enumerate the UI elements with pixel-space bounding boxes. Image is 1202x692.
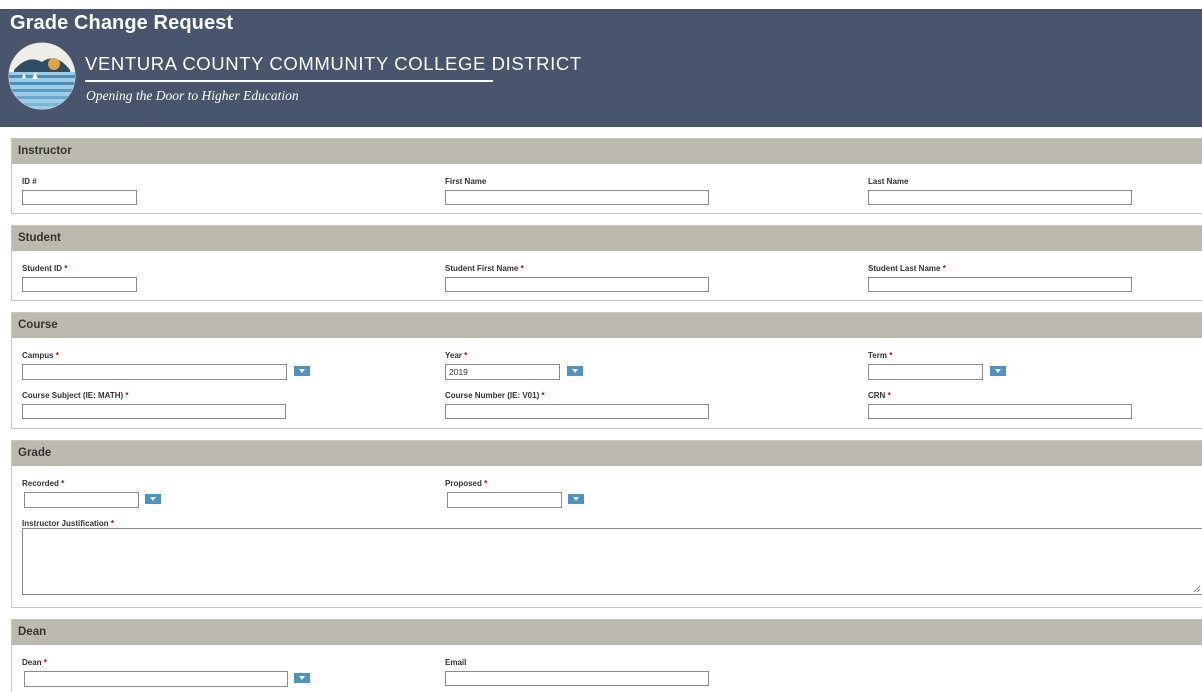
course-number-label: Course Number (IE: V01) (445, 391, 540, 400)
student-id-field: Student ID * (22, 264, 137, 292)
dean-email-input[interactable] (445, 671, 709, 686)
required-marker: * (484, 479, 488, 488)
instructor-first-name-input[interactable] (445, 190, 709, 205)
course-section: Course Campus * Year * 2019 Term * Cours… (11, 312, 1202, 429)
instructor-justification-textarea[interactable] (22, 528, 1202, 595)
recorded-grade-field: Recorded * (22, 479, 182, 508)
instructor-id-label: ID # (22, 177, 37, 186)
year-field: Year * 2019 (445, 351, 595, 380)
chevron-down-icon[interactable] (294, 673, 310, 683)
page-title: Grade Change Request (10, 12, 234, 34)
course-subject-input[interactable] (22, 404, 286, 419)
campus-field: Campus * (22, 351, 322, 380)
required-marker: * (110, 519, 115, 528)
instructor-heading: Instructor (12, 139, 1202, 164)
student-section: Student Student ID * Student First Name … (11, 225, 1202, 301)
district-tagline: Opening the Door to Higher Education (86, 88, 299, 103)
student-id-label: Student ID (22, 264, 62, 273)
dean-field: Dean * (22, 658, 332, 687)
instructor-first-name-label: First Name (445, 177, 487, 186)
required-marker: * (64, 264, 68, 273)
district-seal-logo (8, 42, 76, 110)
student-last-name-input[interactable] (868, 277, 1132, 292)
crn-field: CRN * (868, 391, 1132, 419)
page-header: Grade Change Request VENTURA COUNTY COMM… (0, 9, 1202, 127)
campus-select-value[interactable] (22, 364, 287, 380)
recorded-grade-value[interactable] (24, 492, 139, 508)
district-divider (85, 80, 493, 82)
chevron-down-icon[interactable] (990, 366, 1006, 376)
instructor-last-name-input[interactable] (868, 190, 1132, 205)
course-subject-label: Course Subject (IE: MATH) (22, 391, 124, 400)
required-marker: * (43, 658, 47, 667)
district-name: VENTURA COUNTY COMMUNITY COLLEGE DISTRIC… (85, 53, 582, 74)
required-marker: * (125, 391, 129, 400)
student-first-name-label: Student First Name (445, 264, 519, 273)
proposed-grade-value[interactable] (447, 492, 562, 508)
dean-section: Dean Dean * Email (11, 619, 1202, 692)
grade-heading: Grade (12, 441, 1202, 466)
student-first-name-input[interactable] (445, 277, 709, 292)
dean-email-field: Email (445, 658, 709, 686)
term-select[interactable] (868, 364, 1018, 380)
course-heading: Course (12, 313, 1202, 338)
proposed-grade-field: Proposed * (445, 479, 605, 508)
year-label: Year (445, 351, 462, 360)
required-marker: * (55, 351, 59, 360)
term-select-value[interactable] (868, 364, 983, 380)
year-select[interactable]: 2019 (445, 364, 595, 380)
proposed-grade-label: Proposed (445, 479, 482, 488)
instructor-id-input[interactable] (22, 190, 137, 205)
student-id-input[interactable] (22, 277, 137, 292)
student-last-name-label: Student Last Name (868, 264, 941, 273)
crn-label: CRN (868, 391, 886, 400)
student-heading: Student (12, 226, 1202, 251)
required-marker: * (464, 351, 468, 360)
dean-email-label: Email (445, 658, 467, 667)
crn-input[interactable] (868, 404, 1132, 419)
year-select-value[interactable]: 2019 (445, 364, 560, 380)
instructor-last-name-field: Last Name (868, 177, 1132, 205)
campus-select[interactable] (22, 364, 322, 380)
required-marker: * (942, 264, 946, 273)
dean-label: Dean (22, 658, 42, 667)
instructor-id-field: ID # (22, 177, 137, 205)
chevron-down-icon[interactable] (567, 366, 583, 376)
chevron-down-icon[interactable] (568, 494, 584, 504)
instructor-section: Instructor ID # First Name Last Name (11, 138, 1202, 214)
chevron-down-icon[interactable] (294, 366, 310, 376)
dean-heading: Dean (12, 620, 1202, 645)
dean-select[interactable] (22, 671, 332, 687)
course-number-input[interactable] (445, 404, 709, 419)
required-marker: * (887, 391, 891, 400)
recorded-grade-label: Recorded (22, 479, 59, 488)
grade-section: Grade Recorded * Proposed * Instructor J… (11, 440, 1202, 608)
campus-label: Campus (22, 351, 54, 360)
dean-select-value[interactable] (24, 671, 288, 687)
proposed-grade-select[interactable] (445, 492, 605, 508)
course-subject-field: Course Subject (IE: MATH) * (22, 391, 286, 419)
resize-grip-icon[interactable] (1193, 585, 1201, 593)
instructor-last-name-label: Last Name (868, 177, 909, 186)
term-field: Term * (868, 351, 1018, 380)
recorded-grade-select[interactable] (22, 492, 182, 508)
required-marker: * (520, 264, 524, 273)
required-marker: * (889, 351, 893, 360)
required-marker: * (541, 391, 545, 400)
instructor-first-name-field: First Name (445, 177, 709, 205)
course-number-field: Course Number (IE: V01) * (445, 391, 709, 419)
instructor-justification-label: Instructor Justification (22, 519, 109, 528)
required-marker: * (61, 479, 65, 488)
student-last-name-field: Student Last Name * (868, 264, 1132, 292)
chevron-down-icon[interactable] (145, 494, 161, 504)
term-label: Term (868, 351, 887, 360)
student-first-name-field: Student First Name * (445, 264, 709, 292)
